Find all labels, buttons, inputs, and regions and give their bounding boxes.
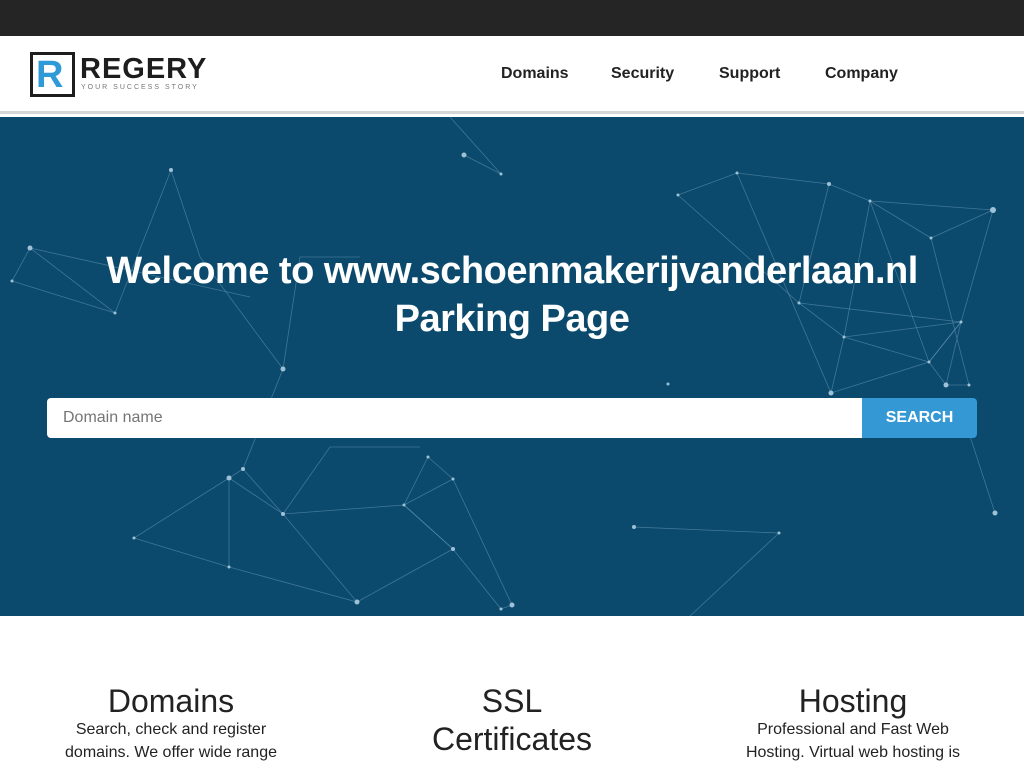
hero-section: Welcome to www.schoenmakerijvanderlaan.n… bbox=[0, 117, 1024, 616]
feature-hosting-text-line2: Hosting. Virtual web hosting is bbox=[745, 744, 961, 761]
nav-support[interactable]: Support bbox=[719, 65, 780, 83]
nav-company[interactable]: Company bbox=[825, 65, 898, 83]
feature-ssl-title-line2: Certificates bbox=[431, 721, 593, 757]
feature-domains-title: Domains bbox=[107, 683, 235, 719]
feature-ssl: SSL Certificates bbox=[362, 682, 662, 758]
site-header: R REGERY YOUR SUCCESS STORY Domains Secu… bbox=[0, 36, 1024, 114]
hero-title-line1: Welcome to www.schoenmakerijvanderlaan.n… bbox=[106, 250, 918, 292]
hero-title-line2: Parking Page bbox=[394, 298, 630, 340]
logo-mark-letter: R bbox=[36, 54, 64, 96]
regery-logo[interactable]: R REGERY YOUR SUCCESS STORY bbox=[30, 51, 208, 99]
top-bar bbox=[0, 0, 1024, 36]
nav-security[interactable]: Security bbox=[611, 65, 674, 83]
feature-hosting-title: Hosting bbox=[798, 683, 908, 719]
network-background bbox=[10, 117, 998, 616]
feature-hosting-text-line1: Professional and Fast Web bbox=[757, 721, 949, 738]
nav-domains[interactable]: Domains bbox=[501, 65, 569, 83]
feature-domains-text-line2: domains. We offer wide range bbox=[65, 744, 277, 761]
domain-search-input[interactable] bbox=[47, 398, 862, 438]
logo-mark-icon: R bbox=[30, 52, 75, 97]
hero-title: Welcome to www.schoenmakerijvanderlaan.n… bbox=[0, 247, 1024, 343]
feature-ssl-title-line1: SSL bbox=[481, 683, 543, 719]
feature-domains-text-line1: Search, check and register bbox=[75, 721, 267, 738]
logo-name: REGERY bbox=[80, 53, 208, 85]
domain-search-form: SEARCH bbox=[47, 398, 977, 438]
search-button[interactable]: SEARCH bbox=[862, 398, 977, 438]
logo-tagline: YOUR SUCCESS STORY bbox=[81, 84, 199, 91]
feature-hosting: Hosting Professional and Fast Web Hostin… bbox=[703, 682, 1003, 764]
feature-domains: Domains Search, check and register domai… bbox=[21, 682, 321, 764]
